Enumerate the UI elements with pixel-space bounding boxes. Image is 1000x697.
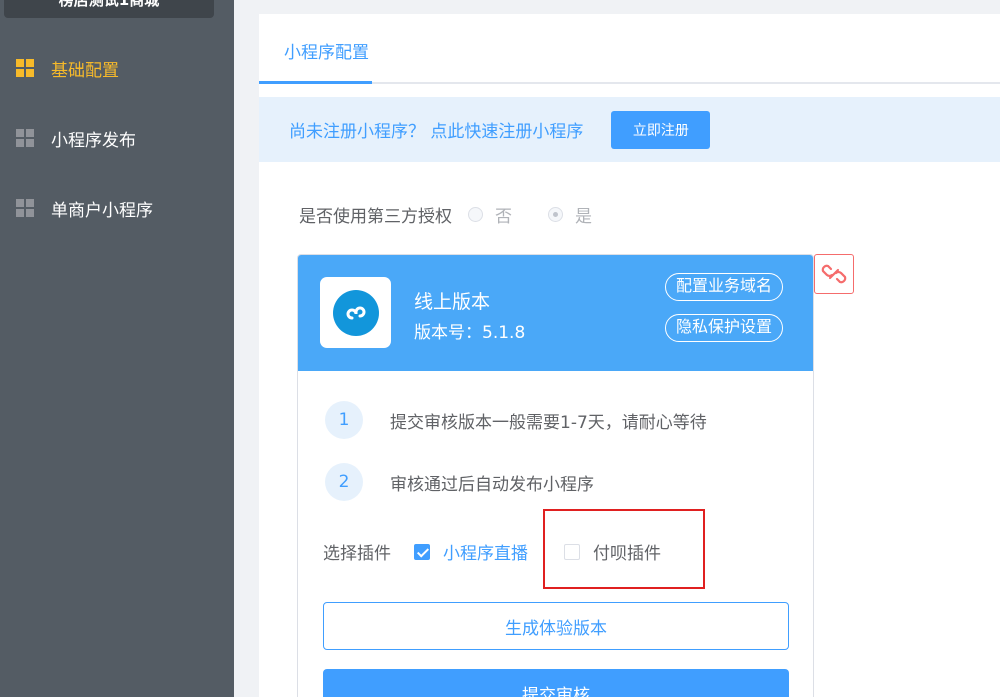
main-panel: 小程序配置 尚未注册小程序？ 点此快速注册小程序 立即注册 是否使用第三方授权 … <box>259 14 1000 697</box>
radio-label: 否 <box>495 207 512 227</box>
auth-label: 是否使用第三方授权 <box>299 207 452 227</box>
step-text: 审核通过后自动发布小程序 <box>390 474 594 495</box>
configure-domain-button[interactable]: 配置业务域名 <box>664 273 783 301</box>
version-number: 版本号：5.1.8 <box>414 323 526 343</box>
step-text: 提交审核版本一般需要1-7天，请耐心等待 <box>390 412 707 433</box>
tab-active-indicator <box>259 81 372 84</box>
step-number: 1 <box>325 401 363 439</box>
sidebar-item-label: 单商户小程序 <box>51 200 153 221</box>
sidebar-item-single-merchant[interactable]: 单商户小程序 <box>0 183 234 233</box>
step-number: 2 <box>325 463 363 501</box>
highlight-annotation <box>543 509 705 589</box>
sidebar-item-label: 基础配置 <box>51 60 119 81</box>
unlink-icon[interactable] <box>814 254 854 294</box>
register-banner: 尚未注册小程序？ 点此快速注册小程序 立即注册 <box>259 97 1000 162</box>
sidebar-item-miniprogram-publish[interactable]: 小程序发布 <box>0 113 234 163</box>
tab-bar: 小程序配置 <box>259 14 1000 84</box>
grid-icon <box>16 59 34 77</box>
version-title: 线上版本 <box>414 291 491 313</box>
version-card-header: 线上版本 版本号：5.1.8 配置业务域名 隐私保护设置 <box>298 255 813 371</box>
banner-text[interactable]: 尚未注册小程序？ 点此快速注册小程序 <box>289 117 583 142</box>
privacy-settings-button[interactable]: 隐私保护设置 <box>664 314 783 342</box>
tab-miniprogram-config[interactable]: 小程序配置 <box>284 38 369 63</box>
step-item: 2 审核通过后自动发布小程序 <box>325 463 594 501</box>
sidebar: 榜店测试1商城 基础配置 小程序发布 单商户小程序 <box>0 0 234 697</box>
store-name: 榜店测试1商城 <box>4 0 214 18</box>
checkbox-box <box>414 543 430 560</box>
miniprogram-logo-icon <box>320 277 391 348</box>
grid-icon <box>16 129 34 147</box>
third-party-auth-row: 是否使用第三方授权 否 是 <box>299 202 592 227</box>
sidebar-item-basic-config[interactable]: 基础配置 <box>0 43 234 93</box>
radio-circle <box>468 207 483 222</box>
sidebar-item-label: 小程序发布 <box>51 130 136 151</box>
radio-label: 是 <box>575 207 592 227</box>
checkbox-label: 小程序直播 <box>443 544 528 564</box>
step-item: 1 提交审核版本一般需要1-7天，请耐心等待 <box>325 401 707 439</box>
version-card: 线上版本 版本号：5.1.8 配置业务域名 隐私保护设置 1 提交审核版本一般需… <box>297 254 814 697</box>
submit-review-button[interactable]: 提交审核 <box>323 669 789 697</box>
plugin-checkbox-live[interactable]: 小程序直播 <box>414 539 528 564</box>
generate-trial-version-button[interactable]: 生成体验版本 <box>323 602 789 650</box>
radio-circle <box>548 207 563 222</box>
auth-radio-yes[interactable]: 是 <box>548 202 592 227</box>
auth-radio-no[interactable]: 否 <box>468 202 512 227</box>
grid-icon <box>16 199 34 217</box>
register-now-button[interactable]: 立即注册 <box>611 110 711 149</box>
plugin-label: 选择插件 <box>323 544 391 564</box>
